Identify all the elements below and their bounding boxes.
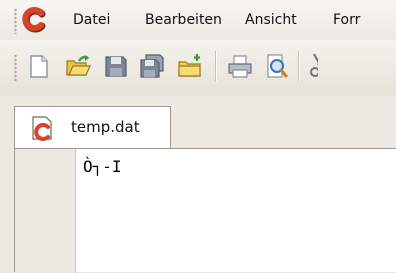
line-gutter	[15, 149, 76, 273]
cut-icon	[310, 53, 318, 77]
toolbar	[0, 40, 396, 96]
cut-button[interactable]	[306, 52, 318, 80]
toolbar-separator	[298, 51, 299, 81]
new-file-button[interactable]	[24, 52, 52, 80]
file-icon	[32, 116, 52, 141]
menu-edit[interactable]: Bearbeiten	[145, 12, 222, 28]
save-button[interactable]	[102, 52, 130, 80]
menu-bar: Datei Bearbeiten Ansicht Forr	[0, 0, 396, 40]
new-folder-button[interactable]	[176, 52, 204, 80]
open-folder-icon	[66, 55, 91, 76]
menubar-grip[interactable]	[14, 8, 17, 34]
tab-strip: temp.dat	[0, 96, 396, 148]
menu-file[interactable]: Datei	[73, 12, 110, 28]
toolbar-grip[interactable]	[14, 54, 17, 82]
open-button[interactable]	[64, 52, 92, 80]
menu-view[interactable]: Ansicht	[245, 12, 297, 28]
tab-label: temp.dat	[71, 118, 140, 136]
editor-line[interactable]: Ò┐-I	[83, 157, 122, 176]
print-icon	[228, 55, 252, 78]
editor-area[interactable]: Ò┐-I	[14, 148, 396, 273]
toolbar-separator	[215, 51, 216, 81]
menu-format[interactable]: Forr	[333, 12, 360, 28]
print-preview-button[interactable]	[262, 52, 290, 80]
new-file-icon	[30, 55, 48, 78]
tab-temp-dat[interactable]: temp.dat	[14, 106, 171, 148]
app-c-icon[interactable]	[22, 7, 48, 33]
print-button[interactable]	[226, 52, 254, 80]
save-all-icon	[140, 54, 164, 78]
save-all-button[interactable]	[138, 52, 166, 80]
new-folder-icon	[178, 54, 201, 77]
save-icon	[105, 56, 127, 77]
print-preview-icon	[267, 54, 288, 78]
